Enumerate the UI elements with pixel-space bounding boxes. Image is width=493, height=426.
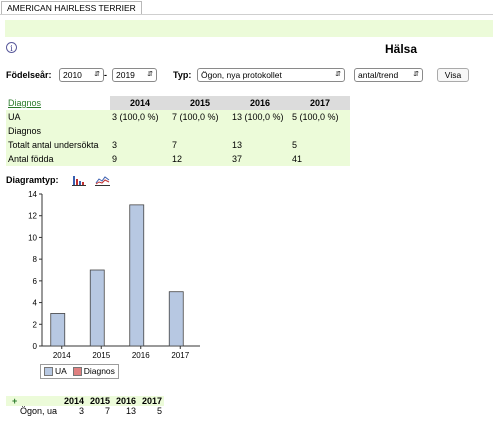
- table-cell: [230, 124, 290, 138]
- legend-label-ua: UA: [55, 366, 67, 376]
- table-cell: [290, 124, 350, 138]
- row-label: Diagnos: [6, 124, 110, 138]
- bar-ua: [50, 313, 66, 347]
- table-cell: 13 (100,0 %): [230, 110, 290, 124]
- summary-value: 13: [125, 406, 136, 416]
- expand-plus-icon[interactable]: +: [8, 396, 17, 406]
- type-label: Typ:: [173, 70, 192, 80]
- table-cell: [170, 124, 230, 138]
- diagnos-link[interactable]: Diagnos: [6, 96, 110, 110]
- y-tick-label: 14: [28, 190, 37, 199]
- table-row: UA 3 (100,0 %) 7 (100,0 %) 13 (100,0 %) …: [6, 110, 350, 124]
- show-button[interactable]: Visa: [437, 68, 469, 82]
- table-cell: 41: [290, 152, 350, 166]
- bar-chart: 0 2 4 6 8 10 12 14 2014 2015 2016 2017: [28, 190, 200, 358]
- table-cell: 5: [290, 138, 350, 152]
- y-tick-label: 2: [33, 320, 38, 329]
- birth-year-label: Födelseår:: [6, 70, 52, 80]
- diagram-type-label: Diagramtyp:: [6, 175, 59, 185]
- summary-table: + 2014 2015 2016 2017 Ögon, ua 3 7 13 5: [6, 396, 164, 416]
- row-label: UA: [6, 110, 110, 124]
- updown-icon: ⇵: [94, 71, 100, 78]
- health-table: Diagnos 2014 2015 2016 2017 UA 3 (100,0 …: [6, 96, 350, 166]
- summary-year: 2016: [112, 396, 138, 406]
- updown-icon: ⇵: [147, 71, 153, 78]
- year-to-value: 2019: [116, 70, 135, 80]
- summary-year: 2017: [138, 396, 164, 406]
- y-tick-label: 12: [28, 212, 37, 221]
- year-header: 2014: [110, 96, 170, 110]
- year-header: 2017: [290, 96, 350, 110]
- info-bar: [5, 20, 493, 37]
- table-cell: 7 (100,0 %): [170, 110, 230, 124]
- updown-icon: ⇵: [413, 71, 419, 78]
- mode-select[interactable]: antal/trend ⇵: [354, 68, 423, 82]
- table-row: Totalt antal undersökta 3 7 13 5: [6, 138, 350, 152]
- expand-cell: +: [6, 396, 60, 406]
- table-cell: 13: [230, 138, 290, 152]
- type-select[interactable]: Ögon, nya protokollet ⇵: [197, 68, 345, 82]
- legend-swatch-diagnos: [72, 367, 82, 377]
- legend-label-diagnos: Diagnos: [83, 366, 115, 376]
- x-tick-label: 2017: [171, 351, 189, 358]
- year-header: 2016: [230, 96, 290, 110]
- summary-value: 7: [104, 406, 110, 416]
- year-from-select[interactable]: 2010 ⇵: [59, 68, 104, 82]
- table-cell: 3 (100,0 %): [110, 110, 170, 124]
- table-cell: 37: [230, 152, 290, 166]
- info-icon[interactable]: i: [6, 42, 17, 53]
- legend-swatch-ua: [44, 367, 53, 377]
- x-tick-label: 2015: [92, 351, 110, 358]
- table-cell: 5 (100,0 %): [290, 110, 350, 124]
- updown-icon: ⇵: [335, 71, 341, 78]
- summary-value: 3: [78, 406, 84, 416]
- y-tick-label: 6: [33, 277, 38, 286]
- y-tick-label: 4: [33, 299, 38, 308]
- y-tick-label: 0: [33, 342, 38, 351]
- table-cell: 12: [170, 152, 230, 166]
- table-row: Antal födda 9 12 37 41: [6, 152, 350, 166]
- bar-ua: [129, 204, 145, 347]
- breed-tab[interactable]: AMERICAN HAIRLESS TERRIER: [1, 1, 142, 15]
- summary-row-label: Ögon, ua: [20, 406, 58, 416]
- summary-year: 2015: [86, 396, 112, 406]
- page-title: Hälsa: [385, 42, 418, 56]
- summary-year: 2014: [60, 396, 86, 406]
- row-label: Antal födda: [6, 152, 110, 166]
- table-cell: 9: [110, 152, 170, 166]
- chart-legend: UA Diagnos: [40, 364, 119, 379]
- summary-value: 5: [156, 406, 162, 416]
- year-to-select[interactable]: 2019 ⇵: [112, 68, 157, 82]
- year-from-value: 2010: [63, 70, 82, 80]
- summary-header-row: + 2014 2015 2016 2017: [6, 396, 164, 406]
- type-value: Ögon, nya protokollet: [201, 70, 282, 80]
- summary-row: Ögon, ua 3 7 13 5: [6, 406, 164, 416]
- row-label: Totalt antal undersökta: [6, 138, 110, 152]
- table-header-row: Diagnos 2014 2015 2016 2017: [6, 96, 350, 110]
- mode-value: antal/trend: [358, 70, 399, 80]
- year-dash: -: [104, 70, 107, 80]
- table-cell: 3: [110, 138, 170, 152]
- y-tick-label: 10: [28, 233, 37, 242]
- bar-ua: [168, 291, 184, 347]
- tab-divider: [0, 14, 493, 15]
- x-tick-label: 2016: [132, 351, 150, 358]
- table-row: Diagnos: [6, 124, 350, 138]
- table-cell: [110, 124, 170, 138]
- bar-ua: [89, 269, 105, 347]
- y-tick-label: 8: [33, 255, 38, 264]
- table-cell: 7: [170, 138, 230, 152]
- year-header: 2015: [170, 96, 230, 110]
- x-tick-label: 2014: [53, 351, 71, 358]
